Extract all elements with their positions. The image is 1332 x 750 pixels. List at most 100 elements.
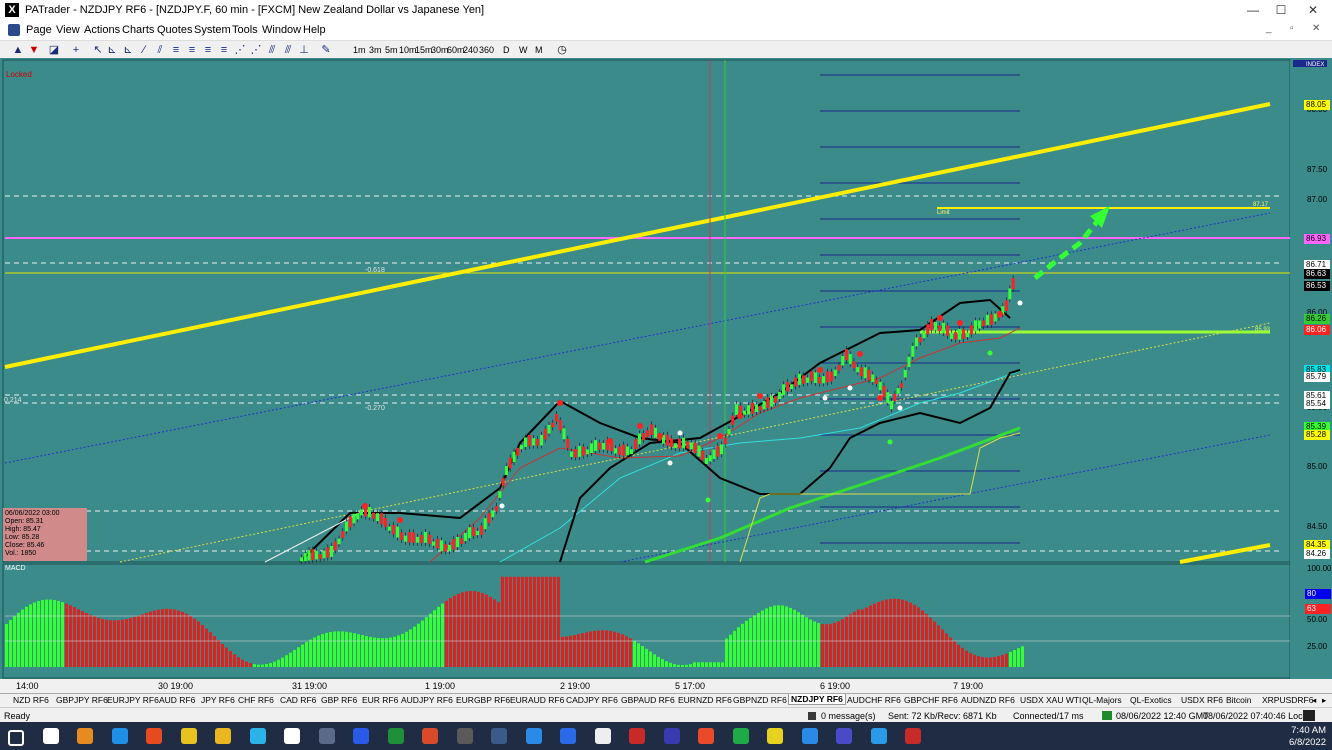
- fib-tool-icon[interactable]: ≡: [170, 44, 182, 56]
- chart-tool-icon[interactable]: ◪: [48, 44, 60, 56]
- mdi-close-icon[interactable]: ✕: [1312, 23, 1320, 34]
- cycle-tool-icon[interactable]: ⊥: [298, 44, 310, 56]
- line-tool-icon[interactable]: ⊾: [122, 44, 134, 56]
- menu-quotes[interactable]: Quotes: [157, 24, 192, 36]
- timeframe-weekly[interactable]: W: [519, 45, 528, 55]
- symbol-tab[interactable]: CHF RF6: [238, 695, 274, 705]
- maximize-icon[interactable]: ☐: [1264, 0, 1298, 20]
- symbol-tab[interactable]: XRPUSDRF6: [1262, 695, 1313, 705]
- symbol-tab[interactable]: NZD RF6: [13, 695, 49, 705]
- menu-tools[interactable]: Tools: [232, 24, 258, 36]
- menu-actions[interactable]: Actions: [84, 24, 120, 36]
- fib-tool-icon[interactable]: ≡: [202, 44, 214, 56]
- timeframe-1m[interactable]: 1m: [353, 45, 366, 55]
- sell-tool-icon[interactable]: ▼: [28, 44, 40, 56]
- message-icon[interactable]: [808, 712, 816, 720]
- symbol-tab[interactable]: USDX RF6: [1181, 695, 1223, 705]
- pitchfork-tool-icon[interactable]: ⫻: [282, 44, 294, 56]
- symbol-tab[interactable]: CAD RF6: [280, 695, 316, 705]
- symbol-tab[interactable]: GBPJPY RF6: [56, 695, 108, 705]
- close-icon[interactable]: ✕: [1296, 0, 1330, 20]
- sticky-notes-icon[interactable]: [767, 728, 783, 744]
- app-icon[interactable]: [698, 728, 714, 744]
- app-icon[interactable]: [836, 728, 852, 744]
- line-tool-icon[interactable]: ⊾: [106, 44, 118, 56]
- word-icon[interactable]: [353, 728, 369, 744]
- symbol-tab[interactable]: GBPCHF RF6: [904, 695, 958, 705]
- powerpoint-icon[interactable]: [422, 728, 438, 744]
- timeframe-360[interactable]: 360: [479, 45, 494, 55]
- symbol-tab[interactable]: QL-Majors: [1082, 695, 1122, 705]
- symbol-tab[interactable]: EURGBP RF6: [456, 695, 510, 705]
- timeframe-daily[interactable]: D: [503, 45, 510, 55]
- menu-window[interactable]: Window: [262, 24, 301, 36]
- fib-tool-icon[interactable]: ≡: [218, 44, 230, 56]
- file-explorer-icon[interactable]: [215, 728, 231, 744]
- app-icon[interactable]: [456, 728, 473, 744]
- gann-tool-icon[interactable]: ⋰: [234, 44, 246, 56]
- symbol-tab[interactable]: QL-Exotics: [1130, 695, 1172, 705]
- symbol-tab[interactable]: GBPNZD RF6: [733, 695, 787, 705]
- brave-icon[interactable]: [146, 728, 162, 744]
- edge-icon[interactable]: [111, 728, 128, 744]
- trendline-tool-icon[interactable]: ∕: [138, 44, 150, 56]
- symbol-tab[interactable]: CADJPY RF6: [566, 695, 618, 705]
- cursor-icon[interactable]: ↖: [92, 44, 104, 56]
- app-icon[interactable]: [491, 728, 507, 744]
- crosshair-icon[interactable]: +: [70, 44, 82, 56]
- symbol-tab[interactable]: EURAUD RF6: [510, 695, 564, 705]
- menu-view[interactable]: View: [56, 24, 80, 36]
- price-chart[interactable]: INDEX Locked -0.618 -0.270 0.214 Limit 8…: [0, 58, 1332, 680]
- app-icon[interactable]: [732, 728, 749, 744]
- fib-tool-icon[interactable]: ≡: [186, 44, 198, 56]
- menu-help[interactable]: Help: [303, 24, 326, 36]
- symbol-tab[interactable]: EURNZD RF6: [678, 695, 732, 705]
- timeframe-15m[interactable]: 15m: [415, 45, 433, 55]
- patrader-icon[interactable]: [284, 728, 300, 744]
- timeframe-60m[interactable]: 60m: [447, 45, 465, 55]
- telegram-icon[interactable]: [870, 728, 887, 744]
- timeframe-3m[interactable]: 3m: [369, 45, 382, 55]
- symbol-tab[interactable]: AUDCHF RF6: [847, 695, 901, 705]
- notepad-icon[interactable]: [249, 728, 266, 744]
- symbol-tab[interactable]: USDX XAU WTI: [1020, 695, 1081, 705]
- resize-grip-icon[interactable]: [1303, 710, 1315, 721]
- gann-tool-icon[interactable]: ⋰: [250, 44, 262, 56]
- timeframe-5m[interactable]: 5m: [385, 45, 398, 55]
- search-icon[interactable]: [42, 728, 59, 744]
- tab-scroll-right-icon[interactable]: ▸: [1322, 695, 1326, 706]
- calculator-icon[interactable]: [318, 728, 335, 744]
- app-icon[interactable]: [629, 728, 645, 744]
- pitchfork-tool-icon[interactable]: ⫻: [266, 44, 278, 56]
- windows-start-icon[interactable]: [8, 730, 24, 746]
- excel-icon[interactable]: [387, 728, 404, 744]
- symbol-tab[interactable]: Bitcoin: [1226, 695, 1252, 705]
- symbol-tab[interactable]: AUDNZD RF6: [961, 695, 1015, 705]
- app-icon[interactable]: [663, 728, 680, 744]
- timeframe-10m[interactable]: 10m: [399, 45, 417, 55]
- outlook-icon[interactable]: [77, 728, 93, 744]
- channel-tool-icon[interactable]: ⫽: [154, 44, 166, 56]
- tab-scroll-left-icon[interactable]: ◂: [1312, 695, 1316, 706]
- tradingview-icon[interactable]: [594, 728, 611, 744]
- taskbar-clock-date[interactable]: 6/8/2022: [1262, 737, 1326, 748]
- taskbar-clock-time[interactable]: 7:40 AM: [1262, 725, 1326, 736]
- symbol-tab-active[interactable]: NZDJPY RF6: [788, 694, 846, 705]
- symbol-tab[interactable]: GBPAUD RF6: [621, 695, 675, 705]
- timeframe-240[interactable]: 240: [463, 45, 478, 55]
- symbol-tab[interactable]: AUD RF6: [159, 695, 195, 705]
- symbol-tab[interactable]: GBP RF6: [321, 695, 357, 705]
- skype-icon[interactable]: [525, 728, 542, 744]
- menu-page[interactable]: Page: [26, 24, 52, 36]
- clock-icon[interactable]: ◷: [556, 44, 568, 56]
- symbol-tab[interactable]: JPY RF6: [201, 695, 235, 705]
- mdi-minimize-icon[interactable]: _: [1266, 23, 1272, 34]
- symbol-tab[interactable]: EUR RF6: [362, 695, 398, 705]
- symbol-tab[interactable]: EURJPY RF6: [107, 695, 159, 705]
- menu-charts[interactable]: Charts: [122, 24, 154, 36]
- chart-page-icon[interactable]: [8, 24, 20, 36]
- timeframe-monthly[interactable]: M: [535, 45, 543, 55]
- chrome-icon[interactable]: [180, 728, 197, 744]
- chart-window[interactable]: INDEX Locked -0.618 -0.270 0.214 Limit 8…: [0, 58, 1332, 680]
- status-messages[interactable]: 0 message(s): [821, 711, 876, 721]
